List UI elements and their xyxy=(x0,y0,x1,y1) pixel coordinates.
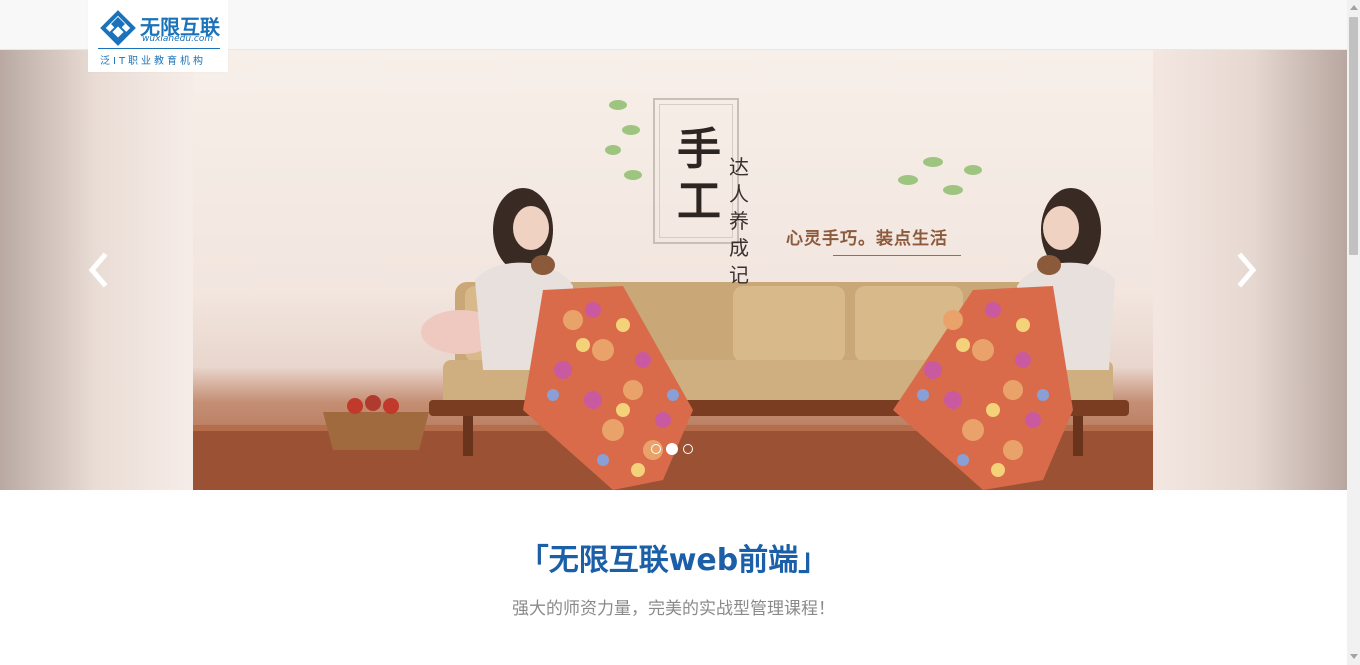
banner-slogan-underline xyxy=(833,255,961,256)
carousel-prev-button[interactable] xyxy=(78,246,118,294)
carousel-indicators xyxy=(651,443,693,455)
site-logo[interactable]: 无限互联 wuxianedu.com 泛IT职业教育机构 xyxy=(88,0,228,72)
carousel-dot-2[interactable] xyxy=(666,443,678,455)
banner-carousel[interactable]: 手 工 达 人 养 成 记 心灵手巧。装点生活 xyxy=(0,50,1347,490)
carousel-next-button[interactable] xyxy=(1227,246,1267,294)
chevron-right-icon xyxy=(1237,252,1257,288)
banner-title-char: 手 xyxy=(677,124,721,175)
banner-slogan: 心灵手巧。装点生活 xyxy=(786,229,948,249)
logo-divider xyxy=(98,48,220,49)
banner-subtitle-char: 成 xyxy=(729,236,749,260)
banner-subtitle: 达 人 养 成 记 xyxy=(729,154,751,289)
scroll-thumb[interactable] xyxy=(1349,17,1358,255)
section-title: 「无限互联web前端」 xyxy=(518,543,829,578)
section-subtitle: 强大的师资力量，完美的实战型管理课程！ xyxy=(512,599,835,619)
banner-subtitle-char: 记 xyxy=(729,263,749,287)
scroll-up-icon[interactable] xyxy=(1350,5,1358,10)
banner-subtitle-char: 达 xyxy=(729,155,749,179)
banner-title-char: 工 xyxy=(677,176,721,227)
logo-mark-icon xyxy=(100,10,136,46)
carousel-dot-3[interactable] xyxy=(683,444,693,454)
page-scrollbar[interactable] xyxy=(1347,0,1360,665)
chevron-left-icon xyxy=(88,252,108,288)
logo-tagline: 泛IT职业教育机构 xyxy=(100,56,207,67)
carousel-dot-1[interactable] xyxy=(651,444,661,454)
banner-image: 手 工 达 人 养 成 记 心灵手巧。装点生活 xyxy=(193,50,1153,490)
banner-subtitle-char: 养 xyxy=(729,209,749,233)
banner-subtitle-char: 人 xyxy=(729,182,749,206)
page: 无限互联 wuxianedu.com 泛IT职业教育机构 首页 资讯 xyxy=(0,0,1360,665)
scroll-down-icon[interactable] xyxy=(1350,654,1358,659)
logo-domain: wuxianedu.com xyxy=(142,34,214,44)
